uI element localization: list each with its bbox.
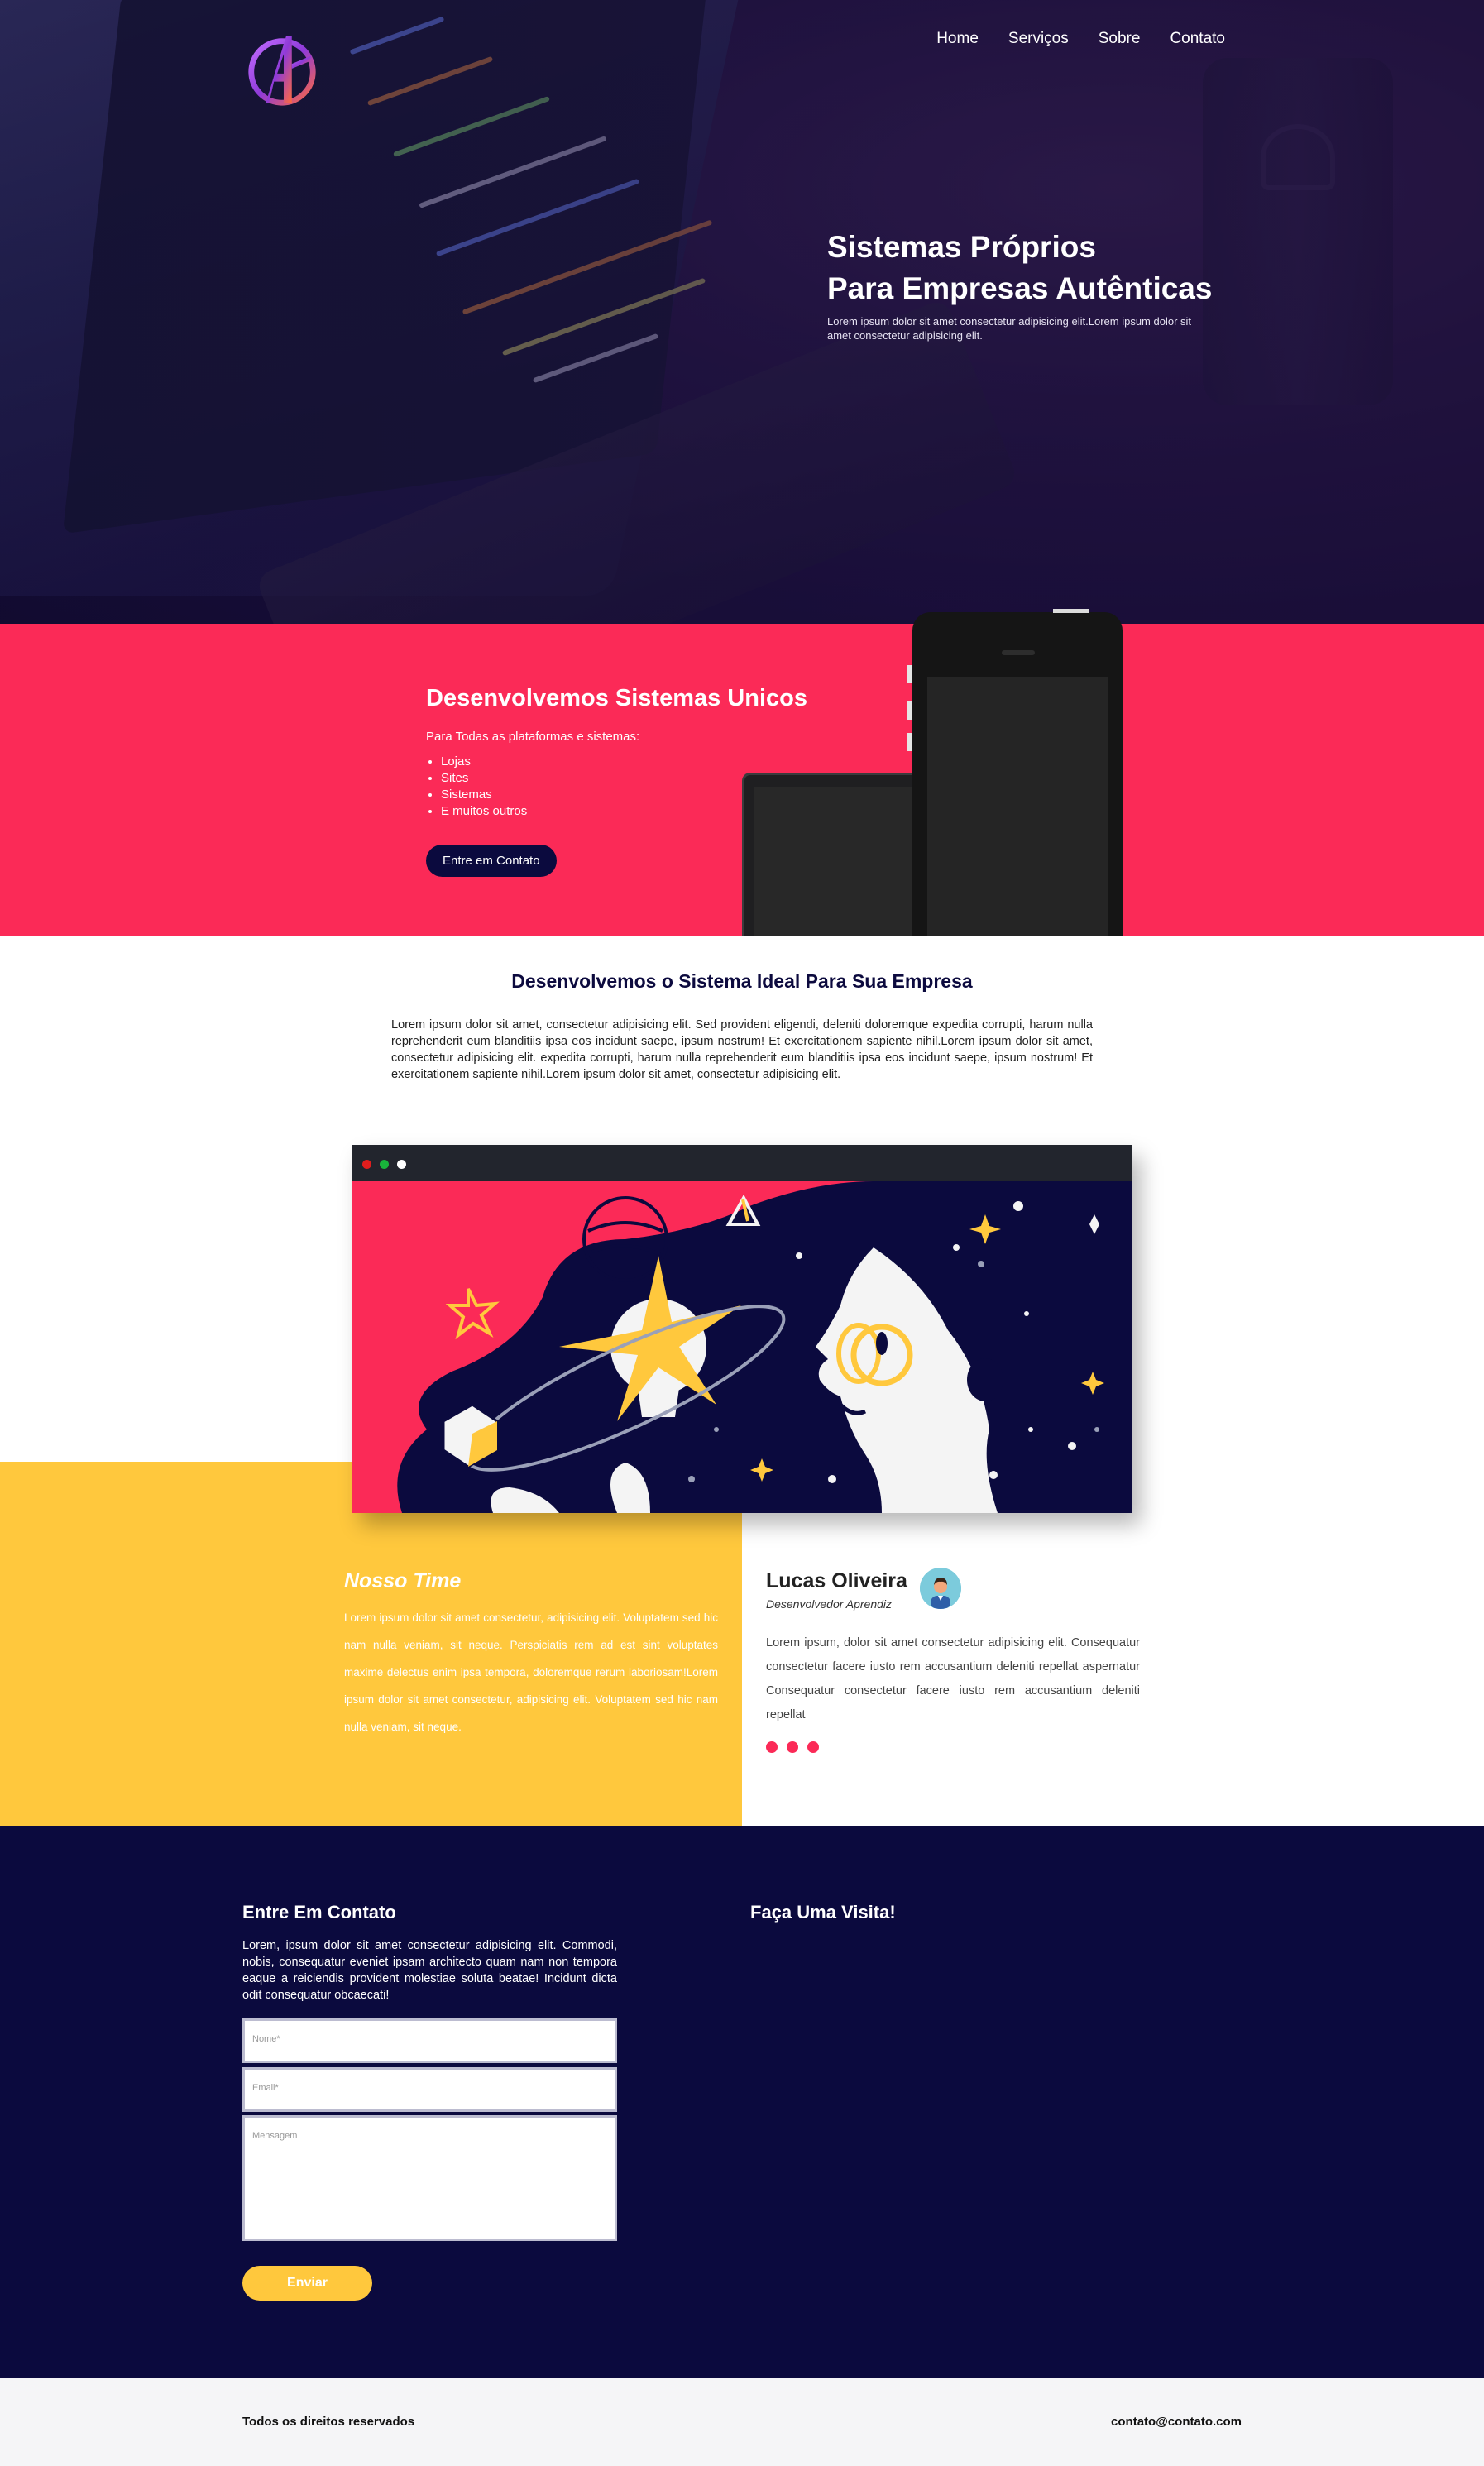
- maximize-dot-icon: [380, 1160, 389, 1169]
- person-avatar-icon: [920, 1568, 961, 1609]
- member-name: Lucas Oliveira: [766, 1569, 907, 1592]
- carousel-dot[interactable]: [766, 1741, 778, 1753]
- carousel-dots: [766, 1741, 819, 1753]
- hero-title-line1: Sistemas Próprios: [827, 230, 1096, 264]
- services-section: Desenvolvemos Sistemas Unicos Para Todas…: [0, 609, 1484, 936]
- hero-description: Lorem ipsum dolor sit amet consectetur a…: [827, 315, 1192, 342]
- list-item: Lojas: [441, 754, 856, 770]
- hero-title-line2: Para Empresas Autênticas: [827, 271, 1213, 305]
- phone-screen: [927, 677, 1108, 936]
- tablet-illustration: [742, 773, 932, 936]
- contact-cta-button[interactable]: Entre em Contato: [426, 845, 557, 877]
- browser-title-bar: [352, 1145, 1132, 1181]
- close-dot-icon: [362, 1160, 371, 1169]
- hero-text: Sistemas Próprios Para Empresas Autêntic…: [827, 227, 1216, 342]
- contact-section: Entre Em Contato Lorem, ipsum dolor sit …: [0, 1826, 1484, 2378]
- nav-about-link[interactable]: Sobre: [1099, 30, 1141, 48]
- nav-contact-link[interactable]: Contato: [1170, 30, 1225, 48]
- phone-speaker: [1002, 650, 1035, 655]
- member-bio: Lorem ipsum, dolor sit amet consectetur …: [766, 1636, 1140, 1721]
- hero-overlay: [0, 0, 1484, 624]
- member-role: Desenvolvedor Aprendiz: [766, 1597, 893, 1611]
- hero-title: Sistemas Próprios Para Empresas Autêntic…: [827, 227, 1216, 309]
- services-title: Desenvolvemos Sistemas Unicos: [426, 685, 807, 711]
- email-field[interactable]: Email*: [242, 2067, 617, 2112]
- email-placeholder: Email*: [252, 2083, 279, 2093]
- footer-rights: Todos os direitos reservados: [242, 2415, 415, 2429]
- phone-side-button: [907, 733, 912, 751]
- phone-illustration: [907, 609, 1123, 936]
- footer-email-link[interactable]: contato@contato.com: [1111, 2415, 1242, 2429]
- carousel-dot[interactable]: [807, 1741, 819, 1753]
- nav-home-link[interactable]: Home: [936, 30, 979, 48]
- ideal-text: Lorem ipsum dolor sit amet, consectetur …: [391, 1018, 1093, 1081]
- visit-title: Faça Uma Visita!: [750, 1902, 896, 1923]
- contact-description: Lorem, ipsum dolor sit amet consectetur …: [242, 1939, 617, 2002]
- name-placeholder: Nome*: [252, 2034, 280, 2044]
- phone-side-button: [907, 665, 912, 683]
- browser-window-illustration: [352, 1145, 1132, 1513]
- phone-side-button: [907, 701, 912, 720]
- idea-woman-illustration: [352, 1181, 1132, 1513]
- avengers-logo-icon[interactable]: [242, 28, 323, 109]
- ideal-title: Desenvolvemos o Sistema Ideal Para Sua E…: [511, 970, 973, 992]
- tablet-screen: [754, 787, 920, 936]
- message-field[interactable]: Mensagem: [242, 2115, 617, 2241]
- footer: Todos os direitos reservados contato@con…: [0, 2378, 1484, 2466]
- hero-section: Home Serviços Sobre Contato Sistemas Pró…: [0, 0, 1484, 624]
- nav-services-link[interactable]: Serviços: [1008, 30, 1069, 48]
- main-nav: Home Serviços Sobre Contato: [936, 30, 1225, 48]
- team-description: Lorem ipsum dolor sit amet consectetur, …: [344, 1611, 718, 1733]
- submit-button[interactable]: Enviar: [242, 2266, 372, 2301]
- message-placeholder: Mensagem: [252, 2131, 298, 2141]
- name-field[interactable]: Nome*: [242, 2018, 617, 2063]
- contact-title: Entre Em Contato: [242, 1902, 396, 1923]
- phone-power-button: [1053, 609, 1089, 613]
- avatar: [920, 1568, 961, 1609]
- carousel-dot[interactable]: [787, 1741, 798, 1753]
- team-section: Nosso Time Lorem ipsum dolor sit amet co…: [0, 1462, 1484, 1826]
- services-subtitle: Para Todas as plataformas e sistemas:: [426, 730, 640, 744]
- minimize-dot-icon: [397, 1160, 406, 1169]
- team-title: Nosso Time: [344, 1569, 462, 1592]
